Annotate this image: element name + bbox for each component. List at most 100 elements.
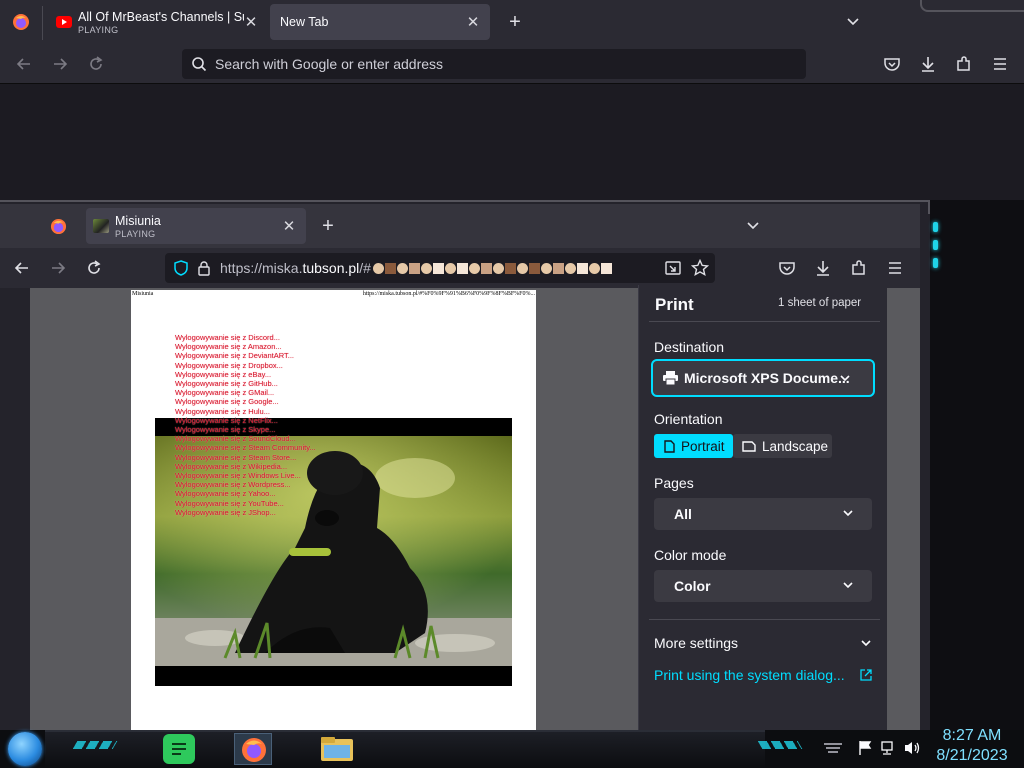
logout-line: Wylogowywanie się z Skype...	[175, 425, 276, 434]
tab-mrbeast[interactable]: All Of MrBeast's Channels | Sub PLAYING …	[50, 4, 268, 40]
divider	[649, 619, 880, 620]
downloads-icon[interactable]	[916, 52, 940, 76]
logout-line: Wylogowywanie się z SoundCloud...	[175, 434, 296, 444]
portrait-page-icon	[664, 439, 675, 453]
window-decoration	[920, 0, 1024, 12]
system-dialog-link[interactable]: Print using the system dialog...	[654, 667, 874, 685]
more-settings-toggle[interactable]: More settings	[654, 635, 872, 653]
list-all-tabs-chevron-icon[interactable]	[745, 218, 761, 234]
network-icon[interactable]	[880, 740, 896, 756]
notes-app-icon[interactable]	[163, 734, 195, 764]
destination-select[interactable]: Microsoft XPS Docume...	[651, 359, 875, 397]
chevron-down-icon	[860, 638, 872, 648]
print-settings-panel: Print 1 sheet of paper Destination Micro…	[638, 285, 887, 730]
url-emoji-sequence	[372, 262, 612, 274]
extensions-puzzle-icon[interactable]	[847, 256, 871, 280]
print-title: Print	[655, 295, 694, 314]
forward-arrow-icon[interactable]	[48, 52, 72, 76]
portrait-radio[interactable]: Portrait	[654, 434, 733, 458]
reload-icon[interactable]	[82, 256, 106, 280]
tab-title: Misiunia	[115, 213, 161, 228]
show-hidden-icons-icon[interactable]	[822, 741, 844, 755]
tab-misiunia[interactable]: Misiunia PLAYING ✕	[86, 208, 306, 244]
pages-select[interactable]: All	[654, 498, 872, 530]
desktop-dark-area	[930, 200, 1024, 730]
firefox-icon[interactable]	[12, 13, 30, 31]
pocket-icon[interactable]	[880, 52, 904, 76]
lock-icon[interactable]	[198, 260, 210, 276]
taskbar: 8:27 AM 8/21/2023	[0, 727, 1024, 768]
tab-new-tab[interactable]: New Tab ✕	[270, 4, 490, 40]
back-arrow-icon[interactable]	[12, 52, 36, 76]
hamburger-menu-icon[interactable]	[883, 256, 907, 280]
printer-icon	[663, 371, 678, 385]
clock-time[interactable]: 8:27 AM	[930, 727, 1014, 745]
landscape-radio[interactable]: Landscape	[733, 434, 832, 458]
new-tab-plus-icon[interactable]: +	[505, 12, 525, 32]
tab-title: All Of MrBeast's Channels | Sub	[78, 9, 244, 24]
destination-label: Destination	[654, 339, 725, 355]
hamburger-menu-icon[interactable]	[988, 52, 1012, 76]
back-arrow-icon[interactable]	[10, 256, 34, 280]
url-suffix: /#	[359, 260, 371, 276]
pages-label: Pages	[654, 475, 694, 491]
divider	[649, 321, 880, 322]
close-tab-icon[interactable]: ✕	[242, 13, 260, 31]
logout-line: Wylogowywanie się z NetFlix...	[175, 415, 278, 425]
logout-line: Wylogowywanie się z Discord...	[175, 333, 280, 342]
youtube-icon	[56, 16, 72, 28]
decor-led-strip	[757, 741, 803, 749]
system-dialog-label: Print using the system dialog...	[654, 667, 845, 683]
close-tab-icon[interactable]: ✕	[464, 13, 482, 31]
start-orb-icon[interactable]	[8, 732, 42, 766]
logout-line: Wylogowywanie się z YouTube...	[175, 498, 284, 508]
window2-tab-bar: Misiunia PLAYING ✕ +	[0, 204, 920, 248]
address-bar[interactable]: https://miska. tubson.pl /#	[165, 253, 715, 283]
downloads-icon[interactable]	[811, 256, 835, 280]
new-tab-plus-icon[interactable]: +	[318, 216, 338, 236]
logout-line: Wylogowywanie się z Amazon...	[175, 342, 282, 352]
address-bar[interactable]: Search with Google or enter address	[182, 49, 806, 79]
picture-in-picture-icon[interactable]	[665, 260, 681, 276]
window1-tab-bar: All Of MrBeast's Channels | Sub PLAYING …	[0, 0, 1024, 44]
chevron-down-icon	[842, 508, 854, 518]
logout-line: Wylogowywanie się z eBay...	[175, 369, 272, 379]
pocket-icon[interactable]	[775, 256, 799, 280]
logout-line: Wylogowywanie się z GMail...	[175, 388, 275, 398]
preview-right-gutter	[887, 288, 920, 730]
url-prefix: https://miska.	[220, 260, 303, 276]
extensions-puzzle-icon[interactable]	[952, 52, 976, 76]
tab-title: New Tab	[280, 15, 329, 29]
pages-value: All	[674, 506, 692, 522]
reload-icon[interactable]	[84, 52, 108, 76]
action-center-flag-icon[interactable]	[858, 740, 872, 756]
landscape-label: Landscape	[762, 438, 829, 454]
tab-playing-status: PLAYING	[78, 24, 119, 35]
decor-led-strip	[72, 741, 118, 749]
window1-nav-toolbar: Search with Google or enter address	[0, 44, 1024, 84]
color-mode-select[interactable]: Color	[654, 570, 872, 602]
decor-led	[933, 240, 938, 250]
firefox-taskbar-icon[interactable]	[234, 733, 272, 765]
window2-nav-toolbar: https://miska. tubson.pl /#	[0, 248, 920, 288]
forward-arrow-icon[interactable]	[46, 256, 70, 280]
clock-date[interactable]: 8/21/2023	[928, 747, 1016, 765]
bookmark-star-icon[interactable]	[691, 259, 709, 277]
sheet-count: 1 sheet of paper	[778, 297, 862, 309]
volume-icon[interactable]	[903, 740, 921, 756]
tracking-protection-shield-icon[interactable]	[174, 260, 188, 276]
address-placeholder: Search with Google or enter address	[215, 56, 444, 72]
logout-line: Wylogowywanie się z JShop...	[175, 507, 276, 517]
logout-line: Wylogowywanie się z Yahoo...	[175, 489, 276, 499]
firefox-icon[interactable]	[50, 218, 67, 235]
color-mode-label: Color mode	[654, 547, 727, 563]
logout-line: Wylogowywanie się z DeviantART...	[175, 351, 295, 361]
landscape-page-icon	[742, 440, 756, 452]
file-explorer-icon[interactable]	[318, 733, 356, 765]
close-tab-icon[interactable]: ✕	[280, 217, 298, 235]
chevron-down-icon	[842, 580, 854, 590]
orientation-label: Orientation	[654, 411, 723, 427]
logout-line: Wylogowywanie się z Google...	[175, 397, 279, 407]
logout-line: Wylogowywanie się z Wordpress...	[175, 480, 291, 490]
list-all-tabs-chevron-icon[interactable]	[845, 14, 861, 30]
